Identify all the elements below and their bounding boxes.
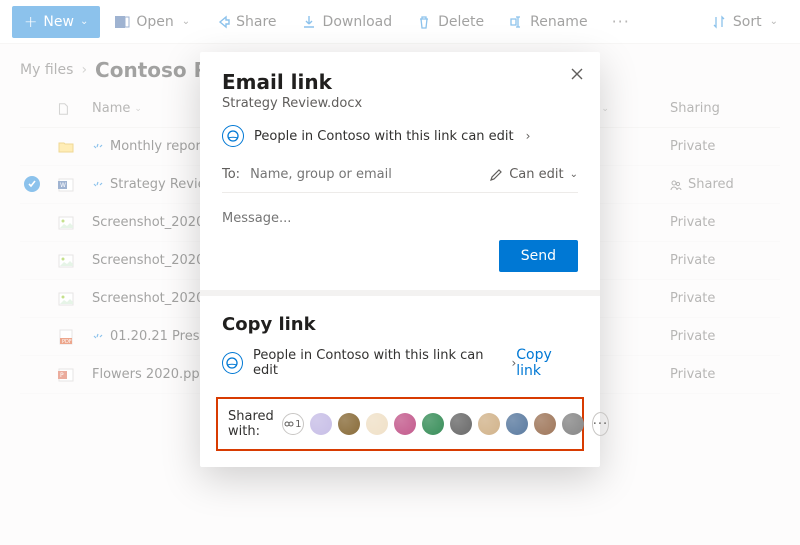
chevron-down-icon: ⌄ <box>570 169 578 180</box>
send-button[interactable]: Send <box>499 240 578 272</box>
file-sharing: Private <box>670 253 780 268</box>
svg-text:PDF: PDF <box>62 339 72 345</box>
link-scope-text: People in Contoso with this link can edi… <box>254 129 514 144</box>
share-filename: Strategy Review.docx <box>222 96 578 111</box>
recipient-input[interactable] <box>250 167 479 182</box>
activity-spark-icon <box>92 180 106 190</box>
copy-link-title: Copy link <box>222 314 578 335</box>
new-button[interactable]: + New ⌄ <box>12 6 100 38</box>
delete-button[interactable]: Delete <box>406 6 494 38</box>
avatar[interactable] <box>450 413 472 435</box>
activity-spark-icon <box>92 142 106 152</box>
shared-icon <box>670 179 682 191</box>
plus-icon: + <box>24 12 37 31</box>
file-sharing: Private <box>670 291 780 306</box>
file-sharing: Private <box>670 367 780 382</box>
shared-with-label: Shared with: <box>228 409 274 439</box>
image-icon <box>56 213 76 233</box>
delete-label: Delete <box>438 14 484 30</box>
activity-spark-icon <box>92 332 106 342</box>
svg-text:W: W <box>60 182 66 189</box>
chevron-down-icon: ⌄ <box>80 16 88 27</box>
file-name[interactable]: Screenshot_2020 <box>92 291 204 306</box>
chevron-down-icon: ⌄ <box>601 104 609 114</box>
shared-with-avatars: 1 <box>282 413 584 435</box>
avatar[interactable] <box>562 413 584 435</box>
row-selector[interactable] <box>24 176 40 192</box>
file-type-icon <box>56 102 70 116</box>
to-label: To: <box>222 167 240 182</box>
file-sharing: Shared <box>670 177 780 192</box>
share-icon <box>214 14 230 30</box>
download-label: Download <box>323 14 393 30</box>
file-name[interactable]: Screenshot_2020 <box>92 253 204 268</box>
column-sharing: Sharing <box>670 101 780 116</box>
close-button[interactable] <box>570 66 584 85</box>
delete-icon <box>416 14 432 30</box>
ppt-icon: P <box>56 365 76 385</box>
file-name[interactable]: Flowers 2020.ppt <box>92 367 205 382</box>
rename-icon <box>508 14 524 30</box>
globe-people-icon <box>222 352 243 374</box>
sort-label: Sort <box>733 14 762 30</box>
avatar[interactable] <box>534 413 556 435</box>
file-name[interactable]: Monthly reports <box>110 139 213 154</box>
link-scope-button[interactable]: People in Contoso with this link can edi… <box>222 125 578 147</box>
globe-people-icon <box>222 125 244 147</box>
avatar[interactable] <box>310 413 332 435</box>
shared-with-highlight: Shared with: 1 ··· <box>216 397 584 451</box>
email-link-title: Email link <box>222 70 578 94</box>
download-icon <box>301 14 317 30</box>
copy-link-button[interactable]: Copy link <box>516 347 578 379</box>
image-icon <box>56 289 76 309</box>
download-button[interactable]: Download <box>291 6 403 38</box>
chevron-right-icon: › <box>526 129 531 143</box>
permission-dropdown[interactable]: Can edit ⌄ <box>489 167 578 182</box>
file-sharing: Private <box>670 139 780 154</box>
sort-button[interactable]: Sort ⌄ <box>701 6 788 38</box>
file-sharing: Private <box>670 215 780 230</box>
open-label: Open <box>136 14 173 30</box>
overflow-button[interactable]: ··· <box>604 12 638 31</box>
new-label: New <box>43 14 74 30</box>
folder-icon <box>56 137 76 157</box>
file-name[interactable]: Screenshot_2020 <box>92 215 204 230</box>
chevron-down-icon: ⌄ <box>182 16 190 27</box>
avatar-overflow-count[interactable]: 1 <box>282 413 304 435</box>
shared-with-more-button[interactable]: ··· <box>592 412 609 436</box>
image-icon <box>56 251 76 271</box>
share-dialog: Email link Strategy Review.docx People i… <box>200 52 600 467</box>
avatar[interactable] <box>394 413 416 435</box>
command-bar: + New ⌄ Open ⌄ Share Download Delete Ren… <box>0 0 800 44</box>
file-sharing: Private <box>670 329 780 344</box>
avatar[interactable] <box>506 413 528 435</box>
close-icon <box>570 67 584 81</box>
rename-button[interactable]: Rename <box>498 6 597 38</box>
share-label: Share <box>236 14 276 30</box>
chevron-right-icon: › <box>81 62 87 78</box>
rename-label: Rename <box>530 14 587 30</box>
copy-link-scope[interactable]: People in Contoso with this link can edi… <box>222 348 516 378</box>
avatar[interactable] <box>422 413 444 435</box>
word-icon: W <box>56 175 76 195</box>
permission-label: Can edit <box>509 167 563 182</box>
chevron-down-icon: ⌄ <box>134 104 142 114</box>
word-app-icon <box>114 14 130 30</box>
avatar[interactable] <box>338 413 360 435</box>
message-input[interactable] <box>222 211 578 226</box>
open-button[interactable]: Open ⌄ <box>104 6 200 38</box>
chevron-down-icon: ⌄ <box>770 16 778 27</box>
avatar[interactable] <box>366 413 388 435</box>
pencil-icon <box>489 168 503 182</box>
sort-icon <box>711 14 727 30</box>
svg-text:P: P <box>60 372 64 379</box>
pdf-icon: PDF <box>56 327 76 347</box>
avatar[interactable] <box>478 413 500 435</box>
breadcrumb-root[interactable]: My files <box>20 62 73 78</box>
share-button[interactable]: Share <box>204 6 286 38</box>
